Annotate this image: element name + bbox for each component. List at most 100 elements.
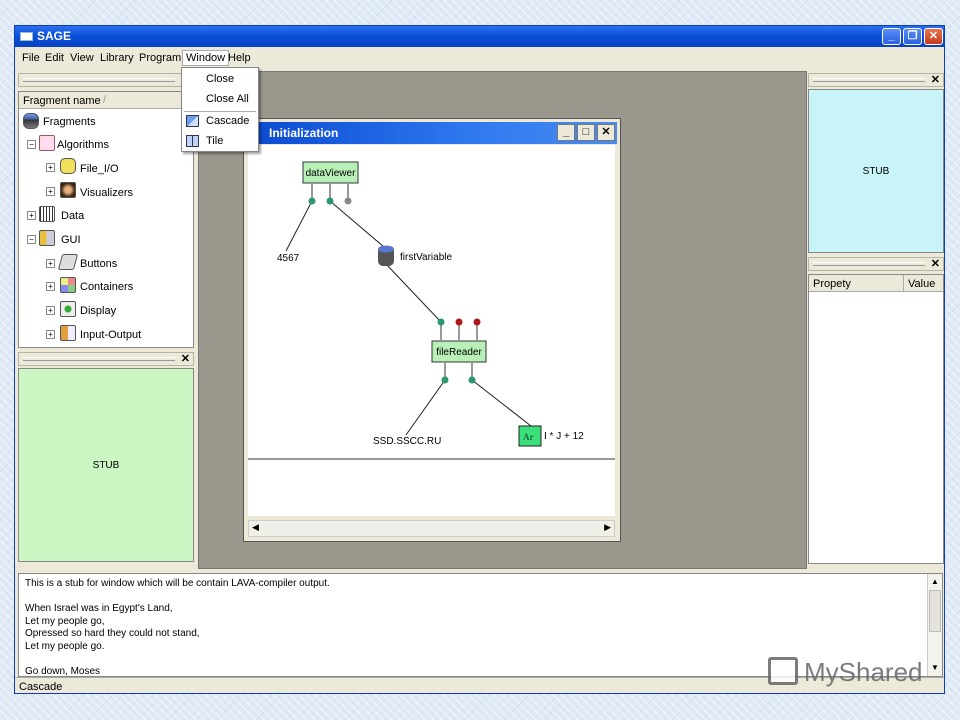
output-line: Opressed so hard they could not stand, — [25, 628, 200, 639]
output-line: Let my people go. — [25, 640, 105, 652]
edge-variable-to-dataviewer — [329, 200, 385, 248]
expand-icon[interactable]: + — [46, 282, 55, 291]
restore-button[interactable]: ❐ — [903, 28, 922, 45]
port-error — [455, 318, 463, 326]
expression-label[interactable]: I * J + 12 — [544, 431, 584, 442]
left-stub-panel: STUB — [18, 368, 194, 562]
host-label[interactable]: SSD.SSCC.RU — [373, 436, 441, 447]
app-title: SAGE — [37, 29, 72, 43]
menu-program[interactable]: Program — [139, 52, 181, 64]
menu-item-close[interactable]: Close — [206, 73, 234, 85]
dataflow-diagram: dataViewer fileReader 4567 firstVariable… — [248, 161, 615, 460]
variable-database-icon — [378, 245, 394, 266]
right-stub-header[interactable]: ✕ — [808, 73, 944, 87]
collapse-icon[interactable]: − — [27, 235, 36, 244]
expand-icon[interactable]: + — [46, 330, 55, 339]
file-io-icon — [60, 158, 76, 174]
scrollbar-thumb[interactable] — [929, 590, 941, 632]
menu-item-tile[interactable]: Tile — [206, 135, 223, 147]
expand-icon[interactable]: + — [46, 306, 55, 315]
initialization-window: Initialization _ □ ✕ dataViewer fileRead… — [243, 118, 621, 542]
left-panel-toolbar[interactable] — [18, 73, 194, 87]
tree-item-file-io[interactable]: File_I/O — [80, 163, 119, 175]
collapse-icon[interactable]: − — [27, 140, 36, 149]
display-icon — [60, 301, 76, 317]
tree-item-display[interactable]: Display — [80, 305, 116, 317]
menu-help[interactable]: Help — [228, 52, 251, 64]
algorithm-icon — [39, 135, 55, 151]
expand-icon[interactable]: + — [46, 187, 55, 196]
column-header-value[interactable]: Value — [904, 275, 943, 292]
sage-app-window: SAGE _ ❐ ✕ File Edit View Library Progra… — [14, 25, 945, 694]
initialization-title-bar[interactable]: Initialization _ □ ✕ — [247, 122, 617, 144]
window-menu-dropdown: Close Close All Cascade Tile — [181, 67, 259, 152]
button-key-icon — [57, 254, 79, 270]
menu-edit[interactable]: Edit — [45, 52, 64, 64]
menu-item-close-all[interactable]: Close All — [206, 93, 249, 105]
app-icon — [20, 32, 33, 41]
menu-file[interactable]: File — [22, 52, 40, 64]
port-connected — [308, 197, 316, 205]
tree-item-algorithms[interactable]: Algorithms — [57, 139, 109, 151]
cascade-icon — [186, 115, 199, 127]
tree-item-buttons[interactable]: Buttons — [80, 258, 117, 270]
menu-item-cascade[interactable]: Cascade — [206, 115, 249, 127]
data-grid-icon — [39, 206, 55, 222]
containers-icon — [60, 277, 76, 293]
properties-panel: Propety Value — [808, 274, 944, 564]
expand-icon[interactable]: + — [27, 211, 36, 220]
node-filereader-label[interactable]: fileReader — [436, 347, 482, 358]
menu-library[interactable]: Library — [100, 52, 134, 64]
title-bar: SAGE _ ❐ ✕ — [15, 26, 944, 47]
close-button[interactable]: ✕ — [597, 124, 615, 141]
variable-label[interactable]: firstVariable — [400, 252, 452, 263]
tree-header[interactable]: Fragment name / — [19, 92, 193, 109]
tree-item-fragments[interactable]: Fragments — [43, 116, 96, 128]
menu-separator — [184, 111, 256, 112]
tree-item-containers[interactable]: Containers — [80, 281, 133, 293]
column-header-property[interactable]: Propety — [809, 275, 904, 292]
port-connected — [437, 318, 445, 326]
close-icon[interactable]: ✕ — [931, 257, 940, 270]
node-dataviewer-label[interactable]: dataViewer — [306, 168, 357, 179]
mona-lisa-icon — [60, 182, 76, 198]
vertical-scrollbar[interactable]: ▲ ▼ — [927, 574, 942, 676]
close-icon[interactable]: ✕ — [181, 352, 190, 365]
diagram-canvas[interactable]: dataViewer fileReader 4567 firstVariable… — [248, 145, 615, 516]
horizontal-scrollbar[interactable]: ◀ ▶ — [248, 520, 615, 537]
database-icon — [23, 113, 39, 129]
properties-header-strip[interactable]: ✕ — [808, 257, 944, 271]
edge-host-to-filereader — [405, 379, 446, 436]
edge-filereader-to-variable — [385, 263, 442, 323]
menu-view[interactable]: View — [70, 52, 94, 64]
input-output-icon — [60, 325, 76, 341]
expression-icon-label: Ar — [523, 432, 534, 442]
stub-label: STUB — [862, 165, 890, 177]
fragment-tree: Fragment name / Fragments − Algorithms + … — [18, 91, 194, 348]
edge-expression-to-filereader — [471, 379, 532, 427]
close-button[interactable]: ✕ — [924, 28, 943, 45]
minimize-button[interactable]: _ — [557, 124, 575, 141]
expand-icon[interactable]: + — [46, 259, 55, 268]
output-line: Let my people go, — [25, 615, 105, 627]
expand-icon[interactable]: + — [46, 163, 55, 172]
tile-icon — [186, 135, 199, 147]
tree-item-input-output[interactable]: Input-Output — [80, 329, 141, 341]
gui-icon — [39, 230, 55, 246]
tree-item-gui[interactable]: GUI — [61, 234, 81, 246]
port-connected — [441, 376, 449, 384]
left-stub-header[interactable]: ✕ — [18, 352, 194, 366]
constant-label[interactable]: 4567 — [277, 253, 300, 264]
output-line: This is a stub for window which will be … — [25, 578, 330, 589]
right-stub-panel: STUB — [808, 89, 944, 253]
port-error — [473, 318, 481, 326]
port-unconnected — [344, 197, 352, 205]
menu-window[interactable]: Window — [182, 50, 230, 66]
close-icon[interactable]: ✕ — [931, 73, 940, 86]
watermark-text: MyShared — [804, 657, 923, 687]
tree-item-visualizers[interactable]: Visualizers — [80, 187, 133, 199]
maximize-button[interactable]: □ — [577, 124, 595, 141]
minimize-button[interactable]: _ — [882, 28, 901, 45]
output-line: Go down, Moses — [25, 665, 101, 677]
tree-item-data[interactable]: Data — [61, 210, 84, 222]
